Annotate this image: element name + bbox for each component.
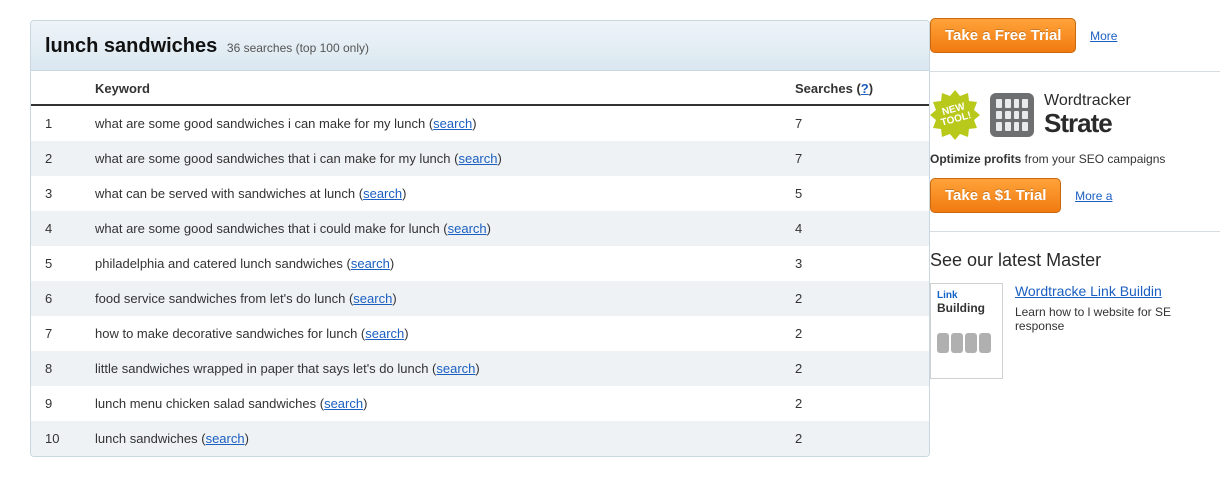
rank-cell: 1 — [45, 116, 95, 131]
new-tool-badge-icon: NEW TOOL! — [930, 90, 980, 140]
table-row: 1what are some good sandwiches i can mak… — [31, 106, 929, 141]
search-link[interactable]: search — [206, 431, 245, 446]
masterclass-box: See our latest Master Link Building Word… — [930, 231, 1220, 379]
promo-copy: Optimize profits from your SEO campaigns — [930, 152, 1220, 166]
searches-cell: 3 — [795, 256, 915, 271]
more-link-1[interactable]: More — [1090, 29, 1117, 43]
table-row: 7how to make decorative sandwiches for l… — [31, 316, 929, 351]
searches-cell: 5 — [795, 186, 915, 201]
keyword-cell: food service sandwiches from let's do lu… — [95, 291, 795, 306]
rank-cell: 9 — [45, 396, 95, 411]
table-row: 2what are some good sandwiches that i ca… — [31, 141, 929, 176]
table-row: 9lunch menu chicken salad sandwiches (se… — [31, 386, 929, 421]
panel-title: lunch sandwiches — [45, 35, 217, 57]
keyword-cell: how to make decorative sandwiches for lu… — [95, 326, 795, 341]
rank-cell: 6 — [45, 291, 95, 306]
table-header-row: Keyword Searches (?) — [31, 71, 929, 106]
rank-cell: 2 — [45, 151, 95, 166]
panel-subtitle: 36 searches (top 100 only) — [227, 41, 369, 55]
searches-cell: 7 — [795, 151, 915, 166]
table-row: 3what can be served with sandwiches at l… — [31, 176, 929, 211]
search-link[interactable]: search — [433, 116, 472, 131]
searches-cell: 7 — [795, 116, 915, 131]
rank-cell: 7 — [45, 326, 95, 341]
col-header-keyword: Keyword — [95, 81, 795, 96]
cta-row-2: Take a $1 Trial More a — [930, 178, 1220, 213]
keyword-cell: what are some good sandwiches that i cou… — [95, 221, 795, 236]
searches-cell: 2 — [795, 291, 915, 306]
rank-cell: 4 — [45, 221, 95, 236]
searches-cell: 4 — [795, 221, 915, 236]
search-link[interactable]: search — [458, 151, 497, 166]
masterclass-thumb[interactable]: Link Building — [930, 283, 1003, 379]
search-link[interactable]: search — [324, 396, 363, 411]
keyword-results-panel: lunch sandwiches 36 searches (top 100 on… — [30, 20, 930, 457]
search-link[interactable]: search — [365, 326, 404, 341]
table-row: 5philadelphia and catered lunch sandwich… — [31, 246, 929, 281]
search-link[interactable]: search — [353, 291, 392, 306]
rank-cell: 10 — [45, 431, 95, 446]
cta-row-1: Take a Free Trial More — [930, 18, 1220, 53]
keyword-cell: lunch menu chicken salad sandwiches (sea… — [95, 396, 795, 411]
col-header-searches: Searches (?) — [795, 81, 915, 96]
dollar-trial-button[interactable]: Take a $1 Trial — [930, 178, 1061, 213]
masterclass-title-link[interactable]: Wordtracke Link Buildin — [1015, 283, 1220, 299]
searches-cell: 2 — [795, 361, 915, 376]
keyword-cell: what are some good sandwiches that i can… — [95, 151, 795, 166]
more-link-2[interactable]: More a — [1075, 189, 1112, 203]
search-link[interactable]: search — [363, 186, 402, 201]
search-link[interactable]: search — [351, 256, 390, 271]
free-trial-button[interactable]: Take a Free Trial — [930, 18, 1076, 53]
keyword-cell: what are some good sandwiches i can make… — [95, 116, 795, 131]
searches-cell: 2 — [795, 326, 915, 341]
rank-cell: 3 — [45, 186, 95, 201]
brand-text: Wordtracker Strate — [1044, 93, 1131, 137]
search-link[interactable]: search — [436, 361, 475, 376]
masterclass-heading: See our latest Master — [930, 250, 1220, 271]
table-row: 10lunch sandwiches (search)2 — [31, 421, 929, 456]
table-row: 6food service sandwiches from let's do l… — [31, 281, 929, 316]
help-link[interactable]: ? — [861, 81, 869, 96]
keyword-cell: lunch sandwiches (search) — [95, 431, 795, 446]
panel-header: lunch sandwiches 36 searches (top 100 on… — [31, 21, 929, 71]
searches-cell: 2 — [795, 396, 915, 411]
table-row: 8little sandwiches wrapped in paper that… — [31, 351, 929, 386]
keyword-cell: what can be served with sandwiches at lu… — [95, 186, 795, 201]
keyword-cell: little sandwiches wrapped in paper that … — [95, 361, 795, 376]
search-link[interactable]: search — [448, 221, 487, 236]
promo-box: NEW TOOL! Wordtracker Strate Optimize pr… — [930, 71, 1220, 213]
rank-cell: 5 — [45, 256, 95, 271]
keyword-cell: philadelphia and catered lunch sandwiche… — [95, 256, 795, 271]
strategizer-app-icon — [990, 93, 1034, 137]
rank-cell: 8 — [45, 361, 95, 376]
table-row: 4what are some good sandwiches that i co… — [31, 211, 929, 246]
searches-cell: 2 — [795, 431, 915, 446]
masterclass-desc: Learn how to l website for SE response — [1015, 305, 1220, 333]
